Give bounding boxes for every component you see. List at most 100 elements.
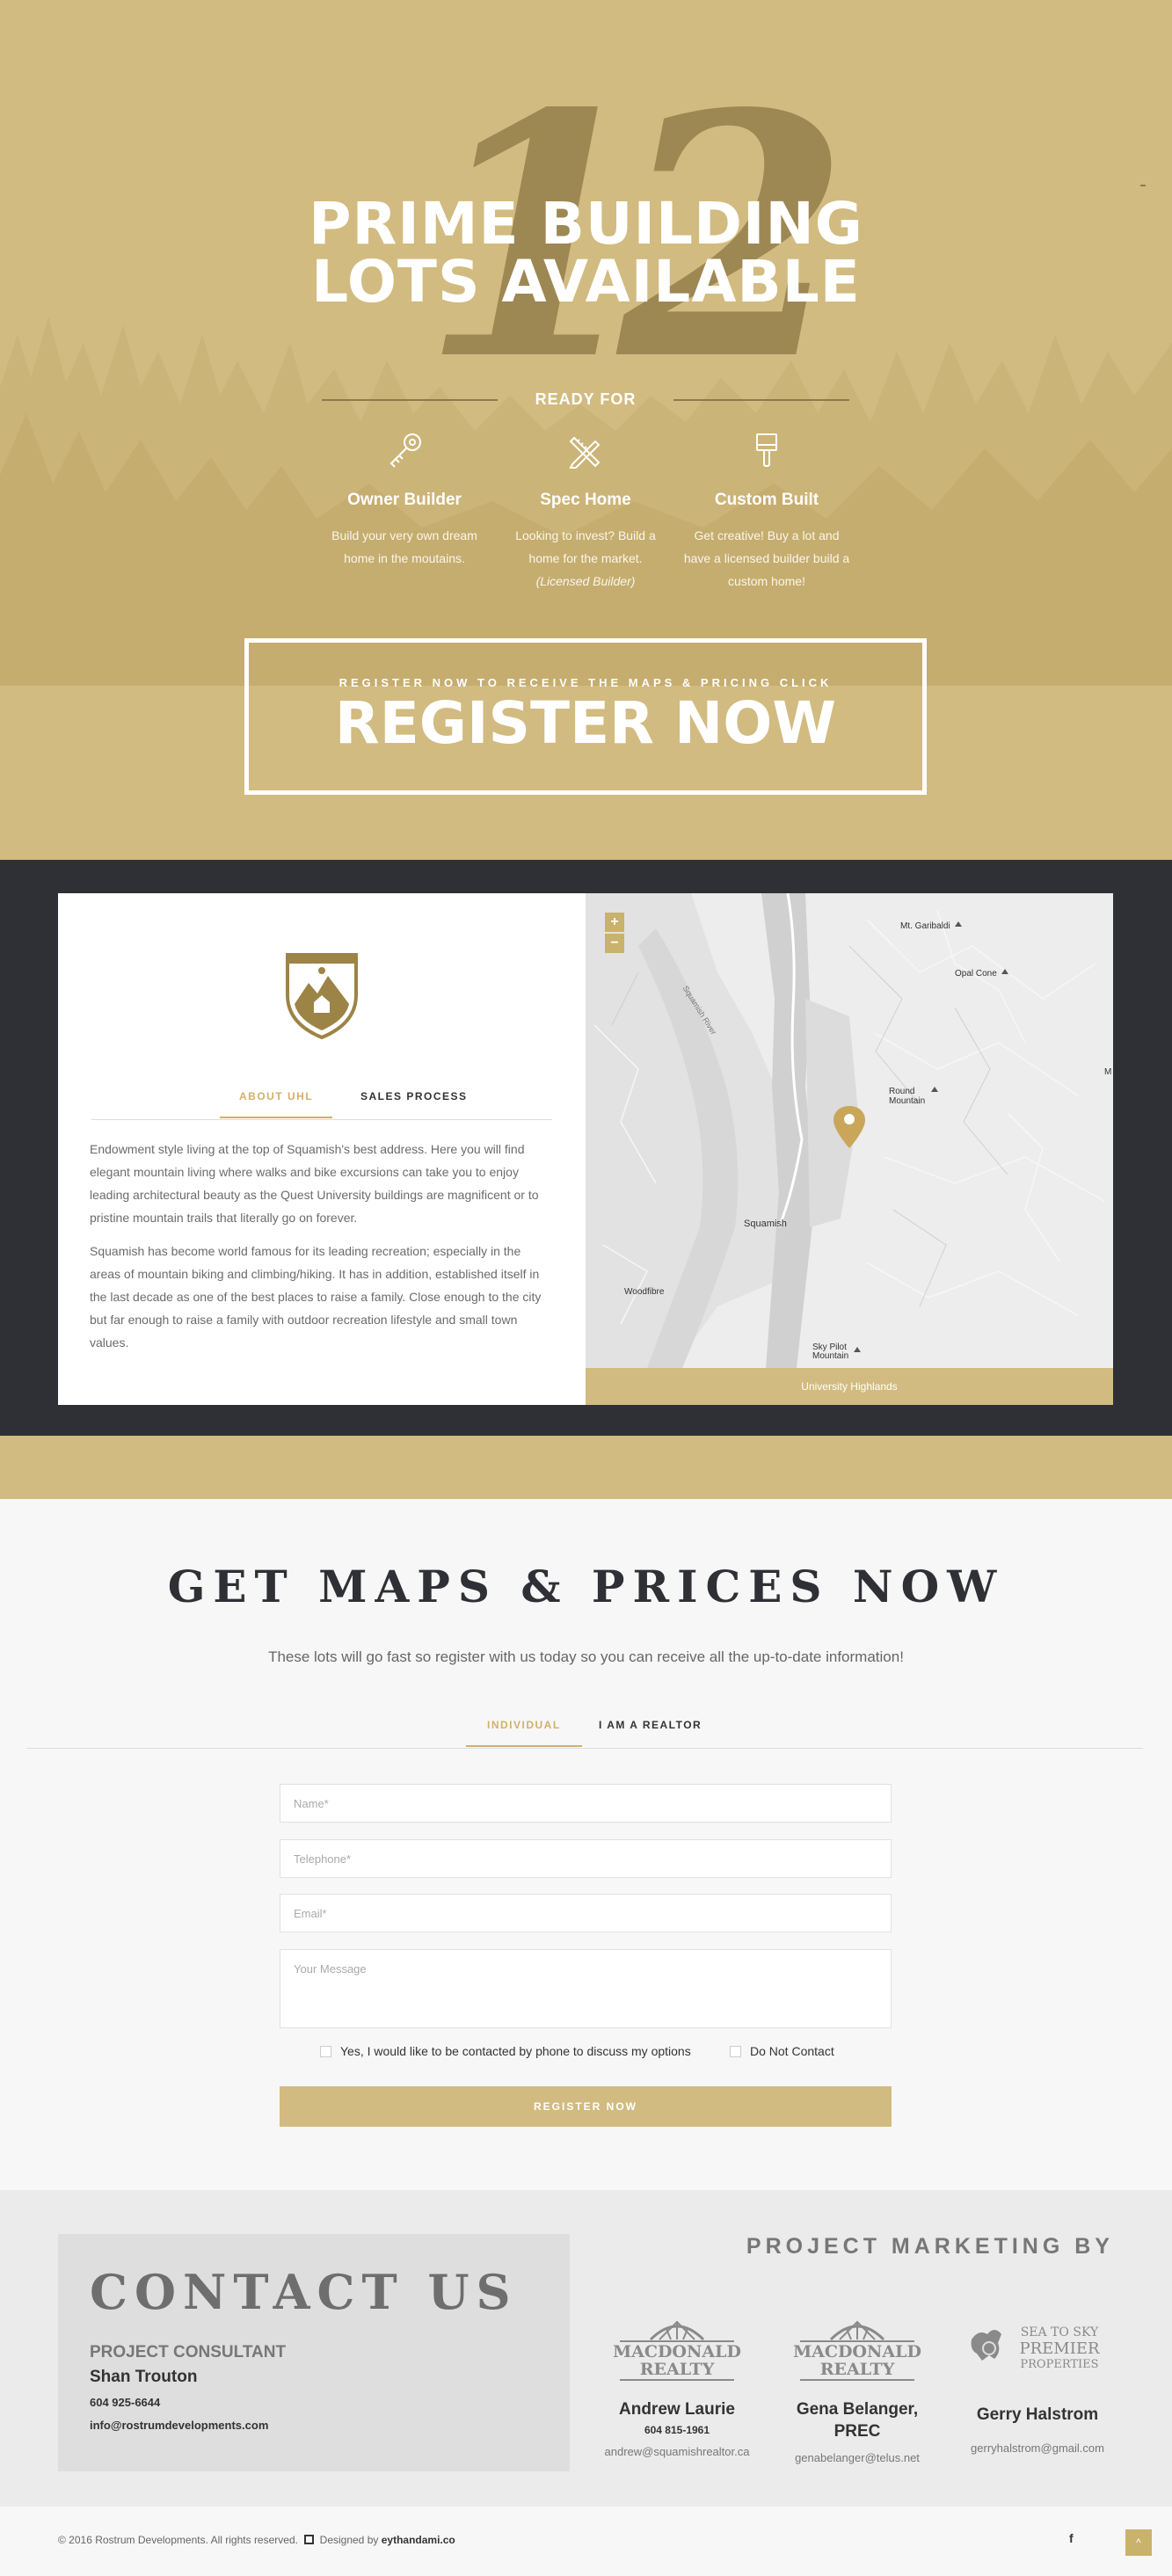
phone-contact-option[interactable]: Yes, I would like to be contacted by pho… <box>320 2044 691 2058</box>
map-label: Sky Pilot Mountain <box>812 1343 849 1361</box>
consultant-phone[interactable]: 604 925-6644 <box>90 2396 160 2409</box>
pencil-ruler-icon <box>569 436 601 469</box>
designer-link[interactable]: eythandami.co <box>382 2534 455 2546</box>
feature-text-body: Build your very own dream home in the mo… <box>331 528 477 565</box>
contact-heading: CONTACT US <box>90 2264 518 2320</box>
consultant-role: PROJECT CONSULTANT <box>90 2343 287 2361</box>
sea-to-sky-logo: SEA TO SKY PREMIER PROPERTIES <box>971 2325 1100 2371</box>
location-map[interactable]: + − Mt. Garibaldi Opal Cone Round Mounta… <box>586 893 1113 1405</box>
agent-card: MACDONALD REALTY Andrew Laurie 604 815-1… <box>598 2313 756 2458</box>
form-subtitle: These lots will go fast so register with… <box>268 1648 904 1665</box>
designed-by-label: Designed by <box>319 2534 379 2546</box>
register-cta-subtitle: REGISTER NOW TO RECEIVE THE MAPS & PRICI… <box>338 676 833 689</box>
copyright-text: © 2016 Rostrum Developments. All rights … <box>58 2534 298 2546</box>
register-now-cta[interactable]: REGISTER NOW TO RECEIVE THE MAPS & PRICI… <box>244 638 927 795</box>
divider-line-right <box>673 399 849 401</box>
about-card: ABOUT UHL SALES PROCESS Endowment style … <box>58 893 586 1405</box>
agent-card: MACDONALD REALTY Gena Belanger, PREC gen… <box>778 2313 936 2464</box>
feature-text-body: Get creative! Buy a lot and have a licen… <box>683 528 850 588</box>
agent-email[interactable]: gerryhalstrom@gmail.com <box>958 2441 1117 2455</box>
telephone-field[interactable]: Telephone* <box>280 1839 892 1878</box>
feature-custom-built: Custom Built Get creative! Buy a lot and… <box>683 431 850 593</box>
map-label: Woodfibre <box>624 1287 665 1297</box>
macdonald-realty-logo: MACDONALD REALTY <box>793 2320 921 2381</box>
do-not-contact-option[interactable]: Do Not Contact <box>730 2044 834 2058</box>
consultant-email[interactable]: info@rostrumdevelopments.com <box>90 2419 268 2432</box>
svg-text:MACDONALD: MACDONALD <box>793 2342 921 2361</box>
map-caption: University Highlands <box>586 1368 1113 1405</box>
feature-text-body: Looking to invest? Build a home for the … <box>515 528 656 565</box>
ready-for-divider: READY FOR <box>322 387 849 413</box>
map-zoom-controls: + − <box>605 913 624 955</box>
tab-sales-process[interactable]: SALES PROCESS <box>360 1090 468 1102</box>
map-label: Round Mountain <box>889 1087 926 1106</box>
svg-text:REALTY: REALTY <box>640 2360 715 2379</box>
name-field[interactable]: Name* <box>280 1784 892 1823</box>
agent-name: Andrew Laurie <box>619 2400 735 2419</box>
feature-text: Get creative! Buy a lot and have a licen… <box>683 524 850 593</box>
contact-box: CONTACT US PROJECT CONSULTANT Shan Trout… <box>58 2234 570 2471</box>
contact-section: CONTACT US PROJECT CONSULTANT Shan Trout… <box>0 2190 1172 2507</box>
form-heading: GET MAPS & PRICES NOW <box>167 1561 1005 1612</box>
agent-phone[interactable]: 604 815-1961 <box>598 2424 756 2436</box>
register-form-section: GET MAPS & PRICES NOW These lots will go… <box>0 1499 1172 2190</box>
map-label: Mt. Garibaldi <box>900 921 950 931</box>
about-paragraph: Squamish has become world famous for its… <box>90 1244 542 1350</box>
svg-text:MACDONALD: MACDONALD <box>613 2342 741 2361</box>
paint-brush-icon <box>756 433 777 467</box>
copyright: © 2016 Rostrum Developments. All rights … <box>58 2534 455 2546</box>
feature-title: Custom Built <box>714 491 819 509</box>
register-cta-title: REGISTER NOW <box>334 689 837 757</box>
map-terrain <box>586 893 1113 1368</box>
feature-note: (Licensed Builder) <box>535 574 636 588</box>
agent-email[interactable]: genabelanger@telus.net <box>778 2451 936 2464</box>
register-submit-button[interactable]: REGISTER NOW <box>280 2086 892 2127</box>
zoom-in-button[interactable]: + <box>605 913 624 932</box>
key-icon <box>389 433 421 468</box>
checkbox-label: Yes, I would like to be contacted by pho… <box>340 2044 691 2058</box>
map-label: M <box>1104 1067 1112 1077</box>
feature-text: Build your very own dream home in the mo… <box>321 524 488 570</box>
facebook-icon[interactable]: f <box>1069 2531 1074 2545</box>
map-label: Squamish <box>744 1219 787 1229</box>
svg-text:PREMIER: PREMIER <box>1019 2340 1099 2358</box>
designer-icon <box>304 2535 315 2544</box>
agent-card: SEA TO SKY PREMIER PROPERTIES Gerry Hals… <box>958 2313 1117 2455</box>
zoom-out-button[interactable]: − <box>605 934 624 953</box>
agent-name: Gena Belanger, PREC <box>796 2400 919 2441</box>
consultant-name: Shan Trouton <box>90 2368 198 2386</box>
marketing-heading: PROJECT MARKETING BY <box>746 2234 1114 2259</box>
feature-title: Spec Home <box>540 491 631 509</box>
gold-divider-band <box>0 1436 1172 1499</box>
crest-logo <box>286 953 358 1039</box>
form-tabs: INDIVIDUAL I AM A REALTOR <box>26 1706 1143 1749</box>
tab-realtor[interactable]: I AM A REALTOR <box>599 1719 702 1731</box>
feature-spec-home: Spec Home Looking to invest? Build a hom… <box>502 431 669 593</box>
email-field[interactable]: Email* <box>280 1894 892 1932</box>
tab-individual[interactable]: INDIVIDUAL <box>466 1719 582 1747</box>
feature-title: Owner Builder <box>347 491 462 509</box>
agent-name: Gerry Halstrom <box>976 2405 1099 2424</box>
agent-email[interactable]: andrew@squamishrealtor.ca <box>598 2445 756 2458</box>
footer: © 2016 Rostrum Developments. All rights … <box>0 2507 1172 2576</box>
feature-owner-builder: Owner Builder Build your very own dream … <box>321 431 488 570</box>
tab-about-uhl[interactable]: ABOUT UHL <box>220 1090 333 1118</box>
message-field[interactable]: Your Message <box>280 1949 892 2028</box>
about-section: ABOUT UHL SALES PROCESS Endowment style … <box>0 860 1172 1436</box>
back-to-top-button[interactable]: ^ <box>1125 2529 1152 2556</box>
svg-text:REALTY: REALTY <box>820 2360 895 2379</box>
decorative-dash <box>1140 185 1146 186</box>
hero-section: 12 PRIME BUILDING LOTS AVAILABLE READY F… <box>0 0 1172 860</box>
checkbox[interactable] <box>320 2046 331 2057</box>
macdonald-realty-logo: MACDONALD REALTY <box>613 2320 741 2381</box>
checkbox[interactable] <box>730 2046 741 2057</box>
svg-text:PROPERTIES: PROPERTIES <box>1020 2358 1098 2371</box>
hero-title: PRIME BUILDING LOTS AVAILABLE <box>0 195 1172 311</box>
map-label: Opal Cone <box>955 969 997 979</box>
svg-text:SEA TO SKY: SEA TO SKY <box>1021 2325 1099 2340</box>
feature-text: Looking to invest? Build a home for the … <box>502 524 669 593</box>
about-text: Endowment style living at the top of Squ… <box>90 1138 554 1364</box>
hero-title-line2: LOTS AVAILABLE <box>311 248 861 316</box>
about-tabs: ABOUT UHL SALES PROCESS <box>91 1078 552 1120</box>
about-paragraph: Endowment style living at the top of Squ… <box>90 1142 539 1225</box>
